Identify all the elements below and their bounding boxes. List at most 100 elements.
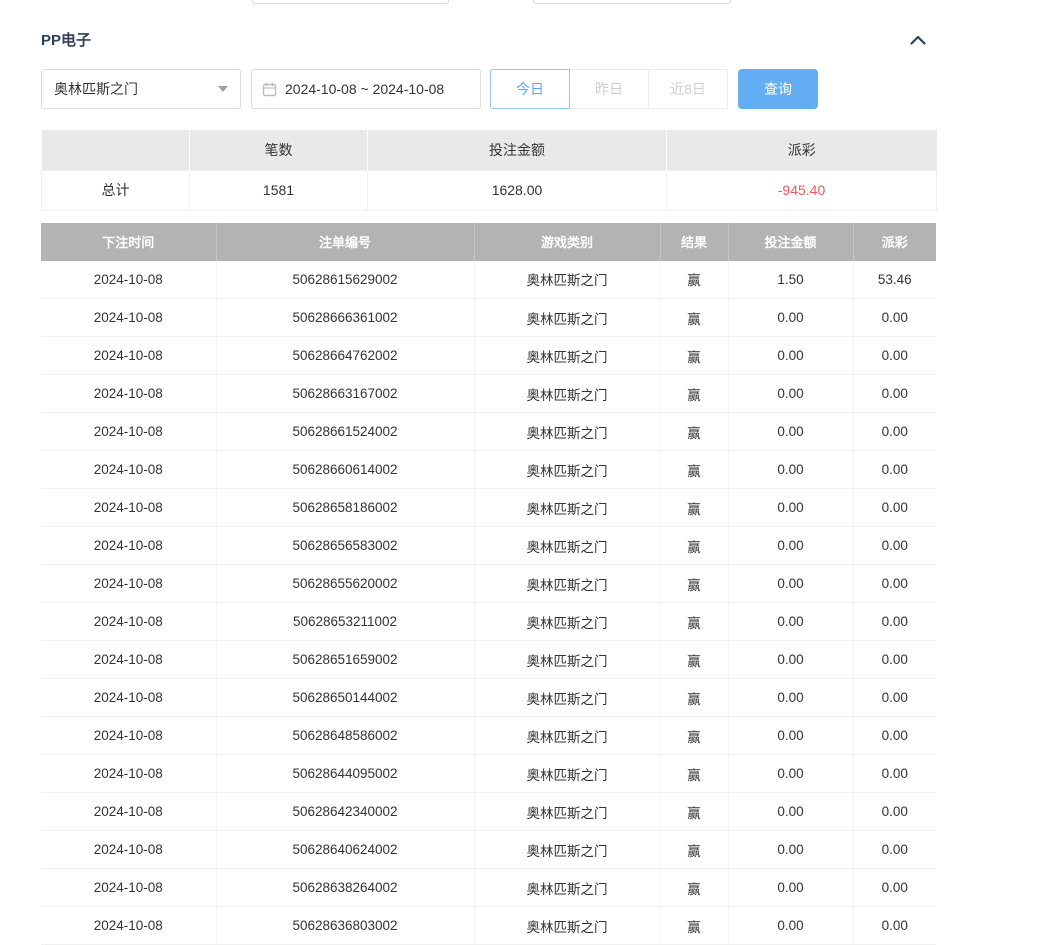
- bet-time-cell: 2024-10-08: [41, 527, 216, 565]
- payout-cell: 0.00: [853, 603, 936, 641]
- bet-table: 下注时间 注单编号 游戏类别 结果 投注金额 派彩 2024-10-08 506…: [41, 223, 936, 945]
- result-cell: 赢: [660, 679, 728, 717]
- bet-table-header-row: 下注时间 注单编号 游戏类别 结果 投注金额 派彩: [41, 223, 936, 261]
- summary-header-row: 笔数 投注金额 派彩: [42, 130, 937, 170]
- bet-id-cell: 50628648586002: [216, 717, 474, 755]
- table-row: 2024-10-08 50628666361002 奥林匹斯之门 赢 0.00 …: [41, 299, 936, 337]
- bet-amount-cell: 0.00: [728, 679, 853, 717]
- bet-time-cell: 2024-10-08: [41, 299, 216, 337]
- summary-count-value: 1581: [190, 170, 368, 210]
- game-type-cell: 奥林匹斯之门: [474, 869, 660, 907]
- game-select[interactable]: 奥林匹斯之门: [41, 69, 241, 109]
- bet-time-cell: 2024-10-08: [41, 603, 216, 641]
- today-button[interactable]: 今日: [490, 69, 570, 109]
- result-cell: 赢: [660, 755, 728, 793]
- game-type-cell: 奥林匹斯之门: [474, 527, 660, 565]
- bet-time-cell: 2024-10-08: [41, 413, 216, 451]
- summary-header-count: 笔数: [190, 130, 368, 170]
- game-type-cell: 奥林匹斯之门: [474, 717, 660, 755]
- search-button[interactable]: 查询: [738, 69, 818, 109]
- summary-header-empty: [42, 130, 190, 170]
- quick-range-group: 今日 昨日 近8日: [490, 69, 728, 109]
- payout-cell: 0.00: [853, 717, 936, 755]
- result-cell: 赢: [660, 337, 728, 375]
- payout-cell: 0.00: [853, 793, 936, 831]
- bet-id-cell: 50628644095002: [216, 755, 474, 793]
- result-cell: 赢: [660, 489, 728, 527]
- payout-cell: 0.00: [853, 755, 936, 793]
- bet-time-cell: 2024-10-08: [41, 869, 216, 907]
- bet-amount-cell: 0.00: [728, 413, 853, 451]
- summary-header-payout: 派彩: [667, 130, 937, 170]
- bet-amount-cell: 0.00: [728, 451, 853, 489]
- result-cell: 赢: [660, 299, 728, 337]
- summary-payout-value: -945.40: [667, 170, 937, 210]
- payout-cell: 0.00: [853, 413, 936, 451]
- result-cell: 赢: [660, 527, 728, 565]
- bet-time-cell: 2024-10-08: [41, 679, 216, 717]
- payout-cell: 0.00: [853, 641, 936, 679]
- result-cell: 赢: [660, 565, 728, 603]
- game-type-cell: 奥林匹斯之门: [474, 679, 660, 717]
- payout-cell: 0.00: [853, 869, 936, 907]
- summary-header-bet-amount: 投注金额: [368, 130, 667, 170]
- result-cell: 赢: [660, 641, 728, 679]
- game-type-cell: 奥林匹斯之门: [474, 413, 660, 451]
- chevron-up-icon: [910, 35, 926, 45]
- header-bet-time: 下注时间: [41, 223, 216, 261]
- table-row: 2024-10-08 50628642340002 奥林匹斯之门 赢 0.00 …: [41, 793, 936, 831]
- game-type-cell: 奥林匹斯之门: [474, 451, 660, 489]
- table-row: 2024-10-08 50628655620002 奥林匹斯之门 赢 0.00 …: [41, 565, 936, 603]
- game-type-cell: 奥林匹斯之门: [474, 261, 660, 299]
- game-type-cell: 奥林匹斯之门: [474, 565, 660, 603]
- payout-cell: 0.00: [853, 831, 936, 869]
- bet-time-cell: 2024-10-08: [41, 831, 216, 869]
- bet-amount-cell: 0.00: [728, 299, 853, 337]
- game-type-cell: 奥林匹斯之门: [474, 831, 660, 869]
- bet-id-cell: 50628664762002: [216, 337, 474, 375]
- header-result: 结果: [660, 223, 728, 261]
- table-row: 2024-10-08 50628656583002 奥林匹斯之门 赢 0.00 …: [41, 527, 936, 565]
- yesterday-button[interactable]: 昨日: [569, 69, 649, 109]
- result-cell: 赢: [660, 793, 728, 831]
- game-type-cell: 奥林匹斯之门: [474, 641, 660, 679]
- bet-amount-cell: 0.00: [728, 337, 853, 375]
- bet-time-cell: 2024-10-08: [41, 489, 216, 527]
- panel-title: PP电子: [41, 29, 91, 50]
- bet-amount-cell: 0.00: [728, 603, 853, 641]
- table-row: 2024-10-08 50628640624002 奥林匹斯之门 赢 0.00 …: [41, 831, 936, 869]
- result-cell: 赢: [660, 717, 728, 755]
- bet-id-cell: 50628615629002: [216, 261, 474, 299]
- filter-bar: 奥林匹斯之门 2024-10-08 ~ 2024-10-08 今日 昨日 近8日…: [41, 69, 936, 109]
- payout-cell: 0.00: [853, 565, 936, 603]
- header-bet-amount: 投注金额: [728, 223, 853, 261]
- table-row: 2024-10-08 50628664762002 奥林匹斯之门 赢 0.00 …: [41, 337, 936, 375]
- last-8-days-button[interactable]: 近8日: [648, 69, 728, 109]
- calendar-icon: [262, 82, 277, 97]
- bet-id-cell: 50628642340002: [216, 793, 474, 831]
- bet-amount-cell: 0.00: [728, 565, 853, 603]
- header-bet-id: 注单编号: [216, 223, 474, 261]
- header-game-type: 游戏类别: [474, 223, 660, 261]
- game-type-cell: 奥林匹斯之门: [474, 755, 660, 793]
- payout-cell: 0.00: [853, 299, 936, 337]
- summary-bet-amount-value: 1628.00: [368, 170, 667, 210]
- bet-time-cell: 2024-10-08: [41, 641, 216, 679]
- table-row: 2024-10-08 50628615629002 奥林匹斯之门 赢 1.50 …: [41, 261, 936, 299]
- bet-amount-cell: 0.00: [728, 527, 853, 565]
- summary-total-label: 总计: [42, 170, 190, 210]
- game-type-cell: 奥林匹斯之门: [474, 299, 660, 337]
- date-range-input[interactable]: 2024-10-08 ~ 2024-10-08: [251, 69, 481, 109]
- bet-time-cell: 2024-10-08: [41, 375, 216, 413]
- bet-time-cell: 2024-10-08: [41, 717, 216, 755]
- bet-id-cell: 50628663167002: [216, 375, 474, 413]
- table-row: 2024-10-08 50628644095002 奥林匹斯之门 赢 0.00 …: [41, 755, 936, 793]
- collapse-button[interactable]: [908, 33, 928, 47]
- game-type-cell: 奥林匹斯之门: [474, 375, 660, 413]
- result-cell: 赢: [660, 869, 728, 907]
- bet-amount-cell: 0.00: [728, 869, 853, 907]
- payout-cell: 0.00: [853, 337, 936, 375]
- bet-amount-cell: 0.00: [728, 755, 853, 793]
- date-range-value: 2024-10-08 ~ 2024-10-08: [285, 81, 444, 97]
- game-type-cell: 奥林匹斯之门: [474, 603, 660, 641]
